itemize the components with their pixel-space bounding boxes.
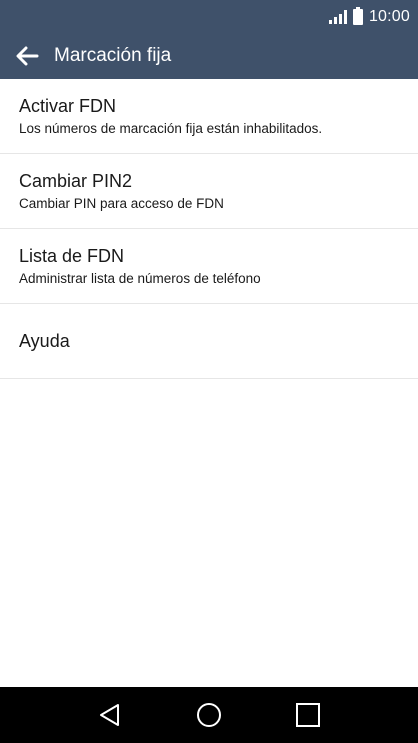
back-triangle-icon — [99, 704, 119, 726]
home-circle-icon — [196, 703, 221, 727]
setting-subtitle: Cambiar PIN para acceso de FDN — [19, 195, 224, 211]
nav-recents-button[interactable] — [288, 695, 328, 735]
setting-fdn-list[interactable]: Lista de FDN Administrar lista de número… — [0, 229, 418, 304]
setting-help[interactable]: Ayuda — [0, 304, 418, 379]
battery-icon — [352, 6, 363, 25]
recents-square-icon — [296, 703, 321, 727]
setting-subtitle: Administrar lista de números de teléfono — [19, 270, 261, 286]
status-bar: 10:00 — [0, 0, 418, 33]
setting-subtitle: Los números de marcación fija están inha… — [19, 120, 323, 136]
status-time: 10:00 — [368, 7, 410, 25]
setting-title: Lista de FDN — [19, 245, 125, 266]
navigation-bar — [0, 687, 418, 743]
back-button[interactable] — [0, 33, 54, 79]
setting-title: Activar FDN — [19, 95, 117, 116]
page-title: Marcación fija — [54, 45, 172, 66]
setting-title: Ayuda — [19, 331, 70, 351]
nav-home-button[interactable] — [189, 695, 229, 735]
setting-change-pin2[interactable]: Cambiar PIN2 Cambiar PIN para acceso de … — [0, 154, 418, 229]
settings-list: Activar FDN Los números de marcación fij… — [0, 79, 418, 379]
setting-activate-fdn[interactable]: Activar FDN Los números de marcación fij… — [0, 79, 418, 154]
signal-icon — [328, 9, 347, 24]
nav-back-button[interactable] — [90, 695, 130, 735]
app-bar: Marcación fija — [0, 33, 418, 79]
arrow-left-icon — [16, 46, 39, 66]
setting-title: Cambiar PIN2 — [19, 170, 133, 191]
